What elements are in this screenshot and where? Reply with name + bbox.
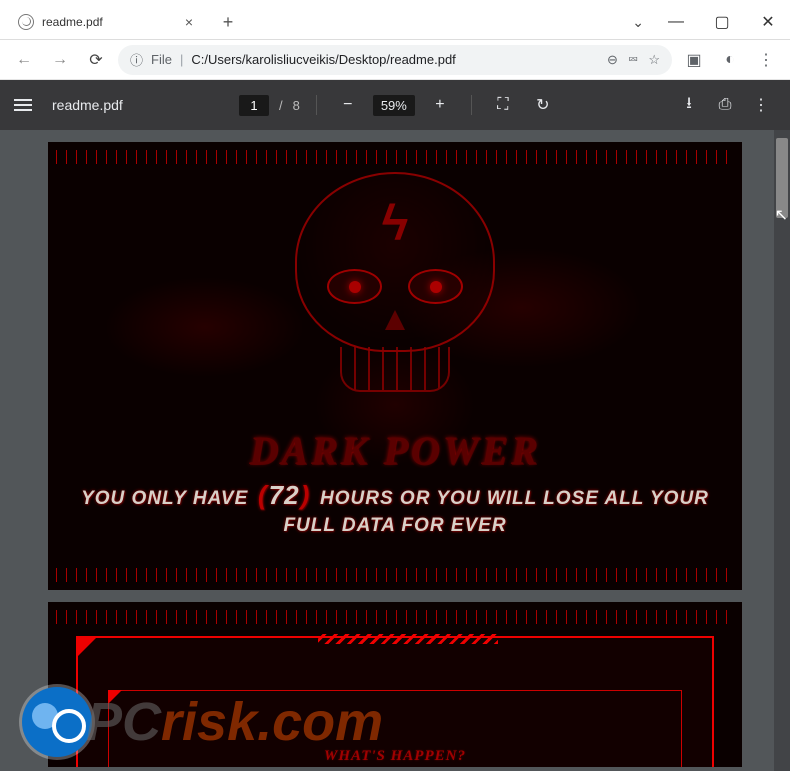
file-chip-label: File [151,52,172,67]
warning-text: YOU ONLY HAVE 72 HOURS OR YOU WILL LOSE … [48,477,742,540]
profile-icon[interactable]: ◐ [716,46,744,74]
ruler-top [56,150,734,164]
zoom-in-button[interactable]: + [425,90,455,120]
skull-jaw [340,347,450,392]
globe-icon [18,14,34,30]
share-icon[interactable]: ⮹ [628,52,638,68]
ruler-top [56,610,734,624]
skull-eye-right [408,269,463,304]
address-bar[interactable]: ⓘ File | C:/Users/karolisliucveikis/Desk… [118,45,672,75]
mouse-cursor-icon: ↖ [775,205,788,225]
hamburger-menu-icon[interactable] [14,99,32,111]
hatch-decor [318,634,498,644]
skull-nose [385,310,405,330]
vertical-scrollbar[interactable] [774,130,790,771]
tab-search-icon[interactable]: ⌄ [632,14,644,31]
zoom-level[interactable]: 59% [373,95,415,116]
tab-title: readme.pdf [42,15,172,29]
pdf-filename: readme.pdf [52,97,123,113]
url-text: C:/Users/karolisliucveikis/Desktop/readm… [191,52,455,67]
pdf-viewport: ϟ DARK POWER YOU ONLY HAVE 72 HOURS OR Y… [0,130,790,771]
skull-graphic: ϟ [255,172,535,432]
pdf-toolbar: readme.pdf 1 / 8 − 59% + ⛶ ↻ ⭳ ⎙ ⋮ [0,80,790,130]
lightning-bolt-icon: ϟ [382,194,408,252]
close-tab-icon[interactable]: × [180,14,198,30]
page2-heading: WHAT'S HAPPEN? [48,748,742,765]
pdf-page-1: ϟ DARK POWER YOU ONLY HAVE 72 HOURS OR Y… [48,142,742,590]
window-titlebar: readme.pdf × + ⌄ — ▢ ✕ [0,0,790,40]
back-button[interactable]: ← [10,46,38,74]
page-separator: / [279,98,283,113]
browser-toolbar: ← → ⟳ ⓘ File | C:/Users/karolisliucveiki… [0,40,790,80]
separator [316,95,317,115]
pdf-menu-button[interactable]: ⋮ [746,90,776,120]
maximize-button[interactable]: ▢ [700,6,744,38]
warning-pre: YOU ONLY HAVE [81,488,248,509]
site-info-icon[interactable]: ⓘ [130,50,143,69]
minimize-button[interactable]: — [654,6,698,38]
fit-page-button[interactable]: ⛶ [488,90,518,120]
bookmark-star-icon[interactable]: ☆ [648,52,660,68]
browser-menu-icon[interactable]: ⋮ [752,46,780,74]
rotate-button[interactable]: ↻ [528,90,558,120]
pdf-center-controls: 1 / 8 − 59% + ⛶ ↻ [239,90,558,120]
page-total: 8 [293,98,300,113]
zoom-out-button[interactable]: − [333,90,363,120]
reload-button[interactable]: ⟳ [82,46,110,74]
separator [471,95,472,115]
ruler-bottom [56,568,734,582]
extensions-icon[interactable]: ▣ [680,46,708,74]
warning-hours: 72 [254,477,314,513]
pdf-page-2: WHAT'S HAPPEN? [48,602,742,767]
skull-eye-left [327,269,382,304]
warning-post: HOURS OR YOU WILL LOSE ALL YOUR FULL DAT… [283,488,708,536]
pdf-right-controls: ⭳ ⎙ ⋮ [674,90,776,120]
browser-tab[interactable]: readme.pdf × [8,6,208,38]
print-button[interactable]: ⎙ [710,90,740,120]
find-icon[interactable]: ⊖ [607,52,618,68]
download-button[interactable]: ⭳ [674,90,704,120]
close-window-button[interactable]: ✕ [746,6,790,38]
document-title: DARK POWER [48,427,742,474]
address-bar-actions: ⊖ ⮹ ☆ [607,52,660,68]
page-number-input[interactable]: 1 [239,95,269,116]
forward-button[interactable]: → [46,46,74,74]
window-controls: ⌄ — ▢ ✕ [632,6,790,38]
new-tab-button[interactable]: + [214,8,242,36]
